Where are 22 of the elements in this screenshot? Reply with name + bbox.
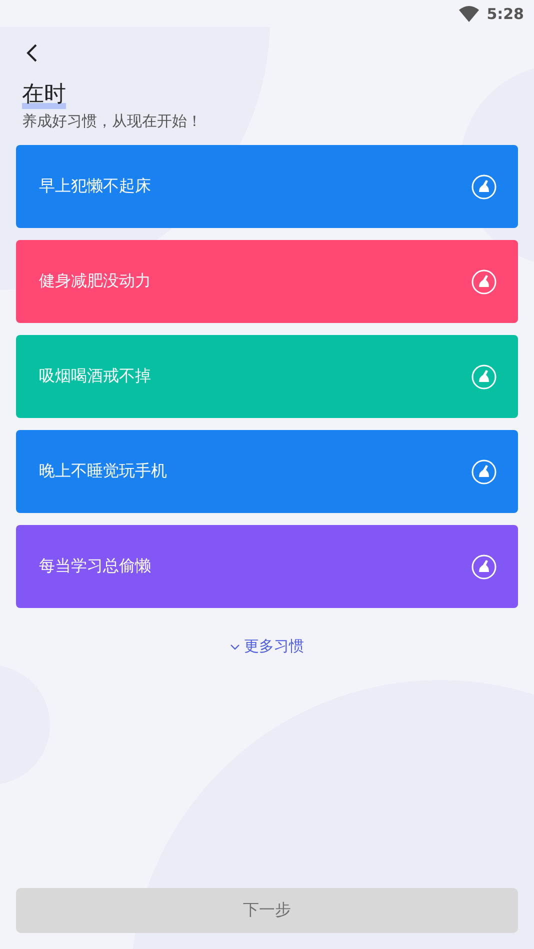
habit-card[interactable]: 健身减肥没动力 xyxy=(16,240,518,323)
status-time: 5:28 xyxy=(486,4,524,22)
subtitle: 养成好习惯，从现在开始！ xyxy=(22,112,203,131)
broom-icon xyxy=(471,268,497,294)
more-habits-link[interactable]: 更多习惯 xyxy=(224,636,310,657)
habit-label: 早上犯懒不起床 xyxy=(39,176,151,197)
broom-icon xyxy=(471,458,497,484)
wifi-icon xyxy=(458,6,479,22)
habit-label: 吸烟喝酒戒不掉 xyxy=(39,366,151,387)
chevron-down-icon xyxy=(230,644,240,650)
habit-label: 健身减肥没动力 xyxy=(39,271,151,292)
broom-icon xyxy=(471,174,497,200)
habit-label: 每当学习总偷懒 xyxy=(39,556,151,577)
habit-card[interactable]: 晚上不睡觉玩手机 xyxy=(16,430,518,513)
back-icon xyxy=(26,44,38,62)
habit-card[interactable]: 早上犯懒不起床 xyxy=(16,145,518,228)
habit-label: 晚上不睡觉玩手机 xyxy=(39,461,167,482)
habit-card[interactable]: 吸烟喝酒戒不掉 xyxy=(16,335,518,418)
broom-icon xyxy=(471,364,497,390)
app-title: 在时 xyxy=(22,81,66,109)
habit-card[interactable]: 每当学习总偷懒 xyxy=(16,525,518,608)
broom-icon xyxy=(471,554,497,580)
